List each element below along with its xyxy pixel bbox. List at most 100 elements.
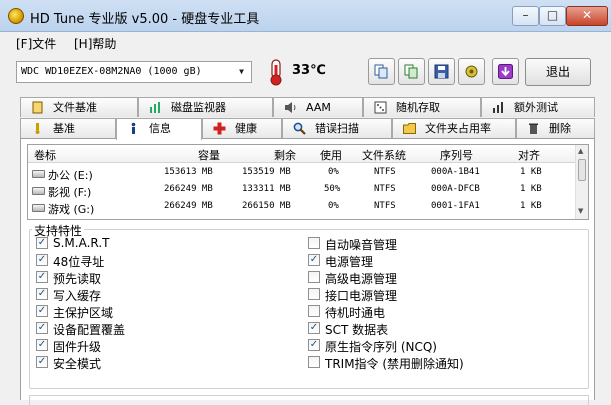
tab-disk-monitor[interactable]: 磁盘监视器 xyxy=(138,97,273,117)
checkbox[interactable]: ✓ xyxy=(36,356,48,368)
table-row[interactable]: 办公 (E:) 153613 MB 153519 MB 0% NTFS 000A… xyxy=(28,165,576,182)
volume-serial: 000A-DFCB xyxy=(431,184,480,194)
feature-label: 待机时通电 xyxy=(325,306,386,320)
menu-file[interactable]: [F]文件 xyxy=(16,35,56,52)
menu-help[interactable]: [H]帮助 xyxy=(74,35,116,52)
features-group: 支持特性 ✓ S.M.A.R.T ✓ 48位寻址 ✓ 预先读取 ✓ 写入缓存 ✓ 主保护区… xyxy=(29,222,589,389)
drive-icon xyxy=(32,170,45,178)
close-button[interactable]: ✕ xyxy=(566,6,608,26)
exit-button[interactable]: 退出 xyxy=(525,58,591,86)
copy-screenshot-button[interactable] xyxy=(398,58,425,85)
checkbox[interactable]: ✓ xyxy=(36,254,48,266)
checkbox[interactable]: ✓ xyxy=(308,339,320,351)
tab-random-access[interactable]: 随机存取 xyxy=(363,97,481,117)
feature-label: S.M.A.R.T xyxy=(53,236,110,250)
folder-icon xyxy=(403,123,416,134)
tab-aam[interactable]: AAM xyxy=(273,97,363,117)
volume-serial: 0001-1FA1 xyxy=(431,201,480,211)
speaker-icon xyxy=(285,102,296,113)
feature-label: 安全模式 xyxy=(53,357,102,371)
feature-label: 原生指令序列 (NCQ) xyxy=(325,340,437,354)
disk-monitor-icon xyxy=(150,102,160,113)
magnifier-icon xyxy=(293,122,306,135)
feature-label: 自动噪音管理 xyxy=(325,238,398,252)
column-header[interactable]: 剩余 xyxy=(274,147,296,163)
feature-label: 预先读取 xyxy=(53,272,102,286)
feature-label: SCT 数据表 xyxy=(325,323,389,337)
volume-used: 50% xyxy=(324,184,341,194)
maximize-button[interactable]: □ xyxy=(539,6,566,26)
checkbox[interactable] xyxy=(308,305,320,317)
volume-label: 游戏 (G:) xyxy=(48,203,95,216)
info-panel: 卷标 容量 剩余 使用 文件系统 序列号 对齐 办公 (E:) 153613 M… xyxy=(20,138,595,405)
checkbox[interactable]: ✓ xyxy=(36,288,48,300)
thermometer-icon xyxy=(270,59,282,86)
scroll-up-icon[interactable]: ▲ xyxy=(578,147,583,155)
drive-icon xyxy=(32,187,45,195)
tab-label: 信息 xyxy=(149,122,171,135)
feature-label: 写入缓存 xyxy=(53,289,102,303)
column-header[interactable]: 卷标 xyxy=(34,147,56,163)
checkbox[interactable]: ✓ xyxy=(308,254,320,266)
volume-free: 266150 MB xyxy=(242,201,291,211)
volume-filesystem: NTFS xyxy=(374,184,396,194)
volume-capacity: 153613 MB xyxy=(164,167,213,177)
feature-label: 接口电源管理 xyxy=(325,289,398,303)
feature-label: 高级电源管理 xyxy=(325,272,398,286)
details-group xyxy=(29,395,589,405)
checkbox[interactable]: ✓ xyxy=(36,305,48,317)
checkbox[interactable] xyxy=(308,271,320,283)
toolbar: WDC WD10EZEX-08M2NA0 (1000 gB) ▼ 33℃ 退出 xyxy=(0,52,611,92)
save-button[interactable] xyxy=(428,58,455,85)
column-header[interactable]: 对齐 xyxy=(518,147,540,163)
minimize-button[interactable]: – xyxy=(512,6,539,26)
feature-label: 电源管理 xyxy=(325,255,374,269)
table-row[interactable]: 影视 (F:) 266249 MB 133311 MB 50% NTFS 000… xyxy=(28,182,576,199)
volume-used: 0% xyxy=(328,201,339,211)
checkbox[interactable] xyxy=(308,237,320,249)
copy-text-button[interactable] xyxy=(368,58,395,85)
checkbox[interactable]: ✓ xyxy=(36,271,48,283)
table-row[interactable]: 游戏 (G:) 266249 MB 266150 MB 0% NTFS 0001… xyxy=(28,199,576,216)
tab-label: AAM xyxy=(306,101,331,114)
copy-icon xyxy=(374,64,388,79)
checkbox[interactable] xyxy=(308,356,320,368)
scroll-down-icon[interactable]: ▼ xyxy=(578,207,583,215)
tab-erase[interactable]: 删除 xyxy=(516,118,595,138)
random-access-icon xyxy=(374,101,387,114)
tab-label: 健康 xyxy=(235,122,257,135)
chevron-down-icon[interactable]: ▼ xyxy=(234,64,249,80)
save-icon xyxy=(434,64,449,79)
scroll-thumb[interactable] xyxy=(578,159,586,181)
checkbox[interactable]: ✓ xyxy=(36,322,48,334)
health-icon xyxy=(213,122,226,135)
column-header[interactable]: 容量 xyxy=(198,147,220,163)
tab-health[interactable]: 健康 xyxy=(202,118,282,138)
volume-list-scrollbar[interactable]: ▲ ▼ xyxy=(575,145,588,219)
column-header[interactable]: 文件系统 xyxy=(362,147,406,163)
checkbox[interactable] xyxy=(308,288,320,300)
volume-used: 0% xyxy=(328,167,339,177)
tab-label: 错误扫描 xyxy=(315,122,359,135)
options-button[interactable] xyxy=(458,58,485,85)
tab-error-scan[interactable]: 错误扫描 xyxy=(282,118,392,138)
app-icon xyxy=(8,8,24,24)
download-button[interactable] xyxy=(492,58,519,85)
tab-label: 额外测试 xyxy=(514,101,558,114)
file-benchmark-icon xyxy=(32,101,43,114)
checkbox[interactable]: ✓ xyxy=(36,339,48,351)
tab-info[interactable]: 信息 xyxy=(116,118,202,140)
checkbox[interactable]: ✓ xyxy=(308,322,320,334)
tab-file-benchmark[interactable]: 文件基准 xyxy=(20,97,138,117)
menu-bar: [F]文件 [H]帮助 xyxy=(0,32,611,52)
tab-folder-usage[interactable]: 文件夹占用率 xyxy=(392,118,516,138)
checkbox[interactable]: ✓ xyxy=(36,237,48,249)
options-icon xyxy=(465,65,478,78)
drive-select[interactable]: WDC WD10EZEX-08M2NA0 (1000 gB) ▼ xyxy=(16,61,252,83)
tab-extra-tests[interactable]: 额外测试 xyxy=(481,97,595,117)
tab-benchmark[interactable]: 基准 xyxy=(20,118,116,138)
volume-list[interactable]: 卷标 容量 剩余 使用 文件系统 序列号 对齐 办公 (E:) 153613 M… xyxy=(27,144,589,220)
column-header[interactable]: 序列号 xyxy=(440,147,473,163)
column-header[interactable]: 使用 xyxy=(320,147,342,163)
volume-capacity: 266249 MB xyxy=(164,201,213,211)
